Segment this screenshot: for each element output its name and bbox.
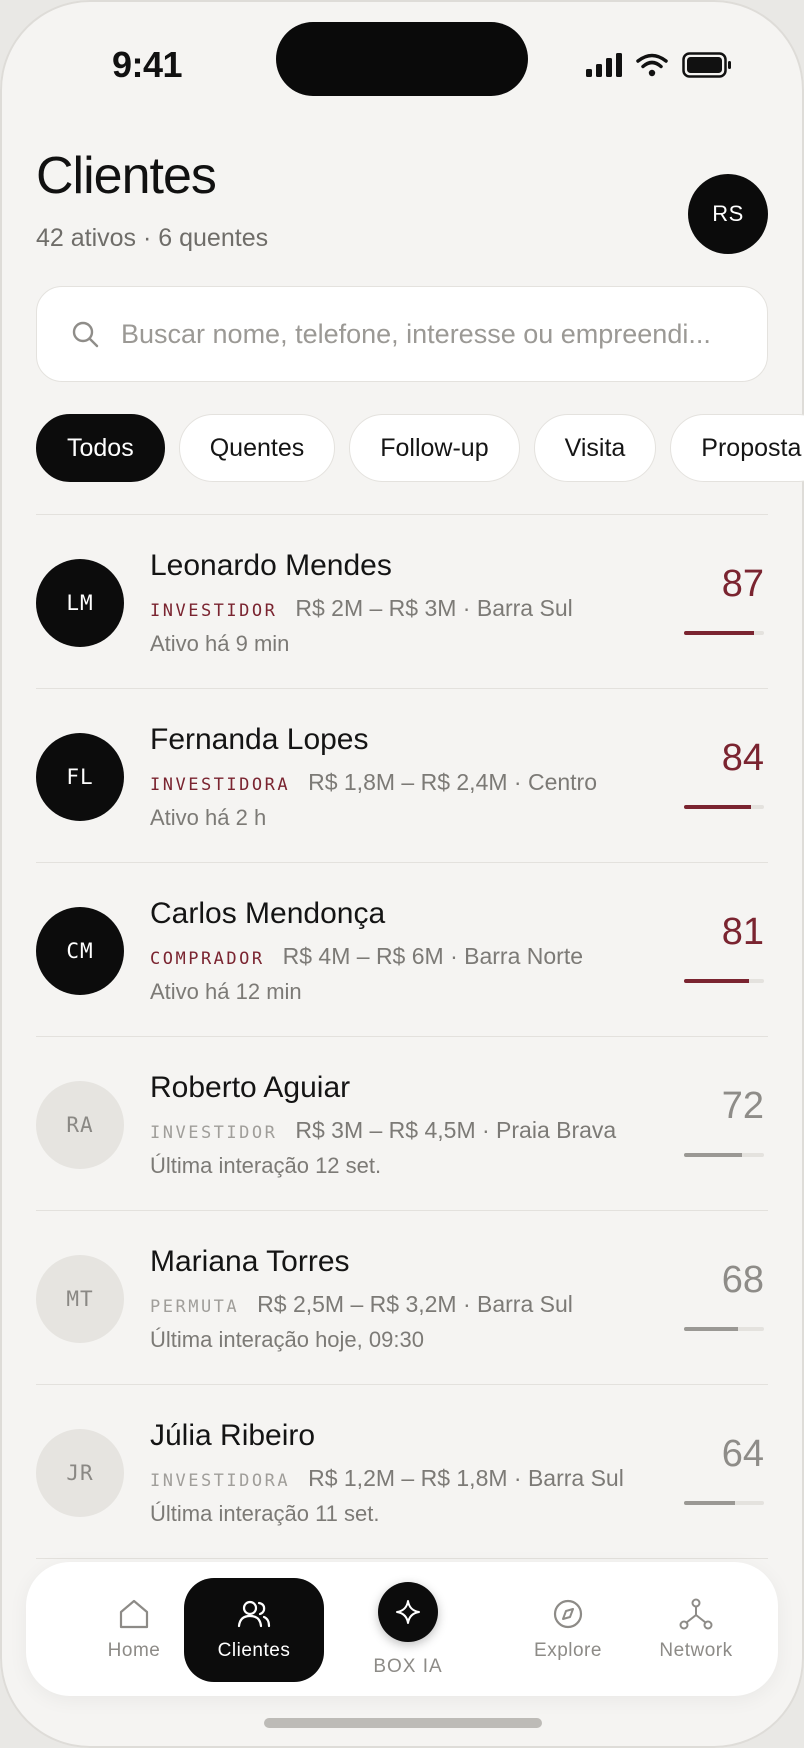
ai-button: [378, 1582, 438, 1642]
page-title: Clientes: [36, 147, 217, 205]
status-time: 9:41: [112, 44, 183, 85]
network-icon: [679, 1598, 713, 1630]
client-row[interactable]: FL Fernanda Lopes INVESTIDORA R$ 1,8M – …: [36, 689, 768, 863]
client-meta: PERMUTA R$ 2,5M – R$ 3,2M · Barra Sul: [150, 1291, 573, 1318]
client-score: 81: [721, 911, 764, 953]
tab-clientes[interactable]: Clientes: [184, 1578, 324, 1682]
tab-bar: Home Clientes BOX IA Explore Network: [26, 1562, 778, 1696]
score-bar-fill: [684, 1501, 736, 1505]
tab-network[interactable]: Network: [626, 1578, 766, 1682]
filter-chips: Todos Quentes Follow-up Visita Proposta: [36, 414, 804, 482]
score-bar-fill: [684, 1153, 742, 1157]
client-tag: INVESTIDOR: [150, 1123, 278, 1143]
client-meta: INVESTIDOR R$ 3M – R$ 4,5M · Praia Brava: [150, 1117, 616, 1144]
status-icons: [586, 52, 732, 78]
client-meta: INVESTIDOR R$ 2M – R$ 3M · Barra Sul: [150, 595, 573, 622]
client-tag: INVESTIDORA: [150, 775, 291, 795]
client-name: Fernanda Lopes: [150, 723, 369, 756]
score-bar: [684, 979, 764, 983]
filter-chip-visita[interactable]: Visita: [533, 414, 657, 482]
client-range: R$ 1,2M – R$ 1,8M · Barra Sul: [308, 1465, 624, 1491]
tab-box-ia[interactable]: BOX IA: [348, 1578, 468, 1688]
filter-chip-todos[interactable]: Todos: [36, 414, 165, 482]
client-activity: Ativo há 9 min: [150, 631, 290, 656]
client-range: R$ 1,8M – R$ 2,4M · Centro: [308, 769, 597, 795]
client-name: Júlia Ribeiro: [150, 1419, 316, 1452]
client-name: Mariana Torres: [150, 1245, 350, 1278]
tab-network-label: Network: [659, 1640, 733, 1661]
client-score: 68: [721, 1259, 764, 1301]
client-activity: Ativo há 2 h: [150, 805, 267, 830]
tab-box-ia-label: BOX IA: [373, 1656, 443, 1677]
tab-clientes-label: Clientes: [217, 1640, 291, 1661]
client-score: 64: [721, 1433, 764, 1475]
client-name: Leonardo Mendes: [150, 549, 392, 582]
client-avatar: JR: [36, 1429, 124, 1517]
client-row[interactable]: CM Carlos Mendonça COMPRADOR R$ 4M – R$ …: [36, 863, 768, 1037]
client-row[interactable]: MT Mariana Torres PERMUTA R$ 2,5M – R$ 3…: [36, 1211, 768, 1385]
tab-home-label: Home: [107, 1640, 161, 1661]
user-avatar[interactable]: RS: [688, 174, 768, 254]
client-range: R$ 3M – R$ 4,5M · Praia Brava: [295, 1117, 617, 1143]
tab-explore[interactable]: Explore: [498, 1578, 638, 1682]
client-activity: Ativo há 12 min: [150, 979, 302, 1004]
client-row[interactable]: LM Leonardo Mendes INVESTIDOR R$ 2M – R$…: [36, 515, 768, 689]
client-tag: COMPRADOR: [150, 949, 265, 969]
client-range: R$ 2,5M – R$ 3,2M · Barra Sul: [257, 1291, 573, 1317]
signal-icon: [586, 53, 622, 77]
score-bar-fill: [684, 805, 752, 809]
search-icon: [72, 321, 99, 348]
compass-icon: [553, 1599, 583, 1629]
score-bar: [684, 1153, 764, 1157]
client-row[interactable]: RA Roberto Aguiar INVESTIDOR R$ 3M – R$ …: [36, 1037, 768, 1211]
client-avatar: RA: [36, 1081, 124, 1169]
tab-explore-label: Explore: [534, 1640, 602, 1661]
client-range: R$ 2M – R$ 3M · Barra Sul: [295, 595, 573, 621]
tab-home[interactable]: Home: [64, 1578, 204, 1682]
client-tag: INVESTIDORA: [150, 1471, 291, 1491]
client-name: Carlos Mendonça: [150, 897, 386, 930]
client-name: Roberto Aguiar: [150, 1071, 351, 1104]
client-score: 84: [721, 737, 764, 779]
search-input[interactable]: [121, 318, 741, 350]
score-bar: [684, 1327, 764, 1331]
score-bar-fill: [684, 1327, 739, 1331]
phone-screen: 9:41 Clientes 42 ativos · 6 quentes RS T: [0, 0, 804, 1748]
client-avatar: FL: [36, 733, 124, 821]
score-bar: [684, 805, 764, 809]
dynamic-island: [276, 22, 528, 96]
wifi-icon: [636, 53, 668, 77]
home-indicator: [264, 1718, 542, 1728]
filter-chip-quentes[interactable]: Quentes: [178, 414, 336, 482]
client-row[interactable]: JR Júlia Ribeiro INVESTIDORA R$ 1,2M – R…: [36, 1385, 768, 1559]
score-bar: [684, 631, 764, 635]
client-score: 72: [721, 1085, 764, 1127]
client-activity: Última interação 11 set.: [150, 1501, 380, 1526]
client-range: R$ 4M – R$ 6M · Barra Norte: [282, 943, 583, 969]
users-icon: [237, 1600, 271, 1628]
client-tag: PERMUTA: [150, 1297, 240, 1317]
page-subtitle: 42 ativos · 6 quentes: [36, 224, 269, 252]
sparkle-icon: [396, 1600, 420, 1624]
filter-chip-follow-up[interactable]: Follow-up: [349, 414, 520, 482]
client-tag: INVESTIDOR: [150, 601, 278, 621]
client-list: LM Leonardo Mendes INVESTIDOR R$ 2M – R$…: [36, 514, 768, 1559]
score-bar-fill: [684, 631, 754, 635]
battery-icon: [682, 52, 731, 78]
search-bar[interactable]: [36, 286, 768, 382]
client-avatar: CM: [36, 907, 124, 995]
filter-chip-proposta[interactable]: Proposta: [670, 414, 804, 482]
client-avatar: MT: [36, 1255, 124, 1343]
client-meta: COMPRADOR R$ 4M – R$ 6M · Barra Norte: [150, 943, 583, 970]
client-activity: Última interação 12 set.: [150, 1153, 382, 1178]
home-icon: [119, 1599, 149, 1629]
client-meta: INVESTIDORA R$ 1,2M – R$ 1,8M · Barra Su…: [150, 1465, 624, 1492]
client-avatar: LM: [36, 559, 124, 647]
client-score: 87: [721, 563, 764, 605]
score-bar-fill: [684, 979, 749, 983]
score-bar: [684, 1501, 764, 1505]
client-meta: INVESTIDORA R$ 1,8M – R$ 2,4M · Centro: [150, 769, 597, 796]
client-activity: Última interação hoje, 09:30: [150, 1327, 424, 1352]
